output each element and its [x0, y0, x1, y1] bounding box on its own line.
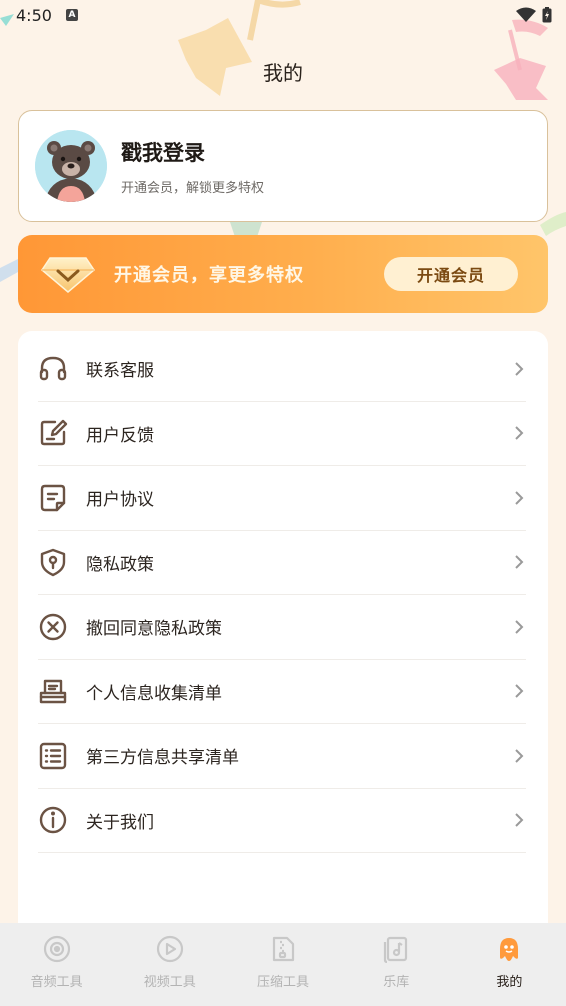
tab-label: 乐库 [383, 975, 410, 990]
menu-item-user-agreement[interactable]: 用户协议 [38, 466, 526, 531]
menu-item-third-party-sharing-list[interactable]: 第三方信息共享清单 [38, 724, 526, 789]
shield-icon [38, 547, 68, 577]
notification-icon: A [65, 9, 78, 21]
zip-file-icon [272, 936, 295, 962]
user-subtitle: 开通会员，解锁更多特权 [121, 180, 265, 196]
chevron-right-icon [515, 555, 524, 569]
menu-item-label: 联系客服 [86, 361, 154, 382]
tab-label: 视频工具 [143, 975, 196, 990]
diamond-icon [41, 257, 95, 293]
menu-item-customer-service[interactable]: 联系客服 [38, 337, 526, 402]
tab-my-profile[interactable]: 我的 [453, 923, 566, 1006]
edit-note-icon [38, 418, 68, 448]
user-login-card[interactable]: 戳我登录 开通会员，解锁更多特权 [18, 110, 548, 222]
tab-label: 音频工具 [30, 975, 83, 990]
chevron-right-icon [515, 813, 524, 827]
menu-item-feedback[interactable]: 用户反馈 [38, 402, 526, 466]
chevron-right-icon [515, 362, 524, 376]
tab-label: 我的 [496, 975, 523, 990]
headset-icon [38, 354, 68, 384]
menu-item-label: 撤回同意隐私政策 [86, 619, 222, 640]
menu-item-label: 用户协议 [86, 490, 154, 511]
vip-banner[interactable]: 开通会员，享更多特权 开通会员 [18, 235, 548, 313]
chevron-right-icon [515, 684, 524, 698]
menu-item-label: 第三方信息共享清单 [86, 748, 239, 769]
bottom-tab-bar: 音频工具 视频工具 压缩工具 乐库 我的 [0, 923, 566, 1006]
info-icon [38, 805, 68, 835]
vip-promo-text: 开通会员，享更多特权 [114, 265, 304, 286]
menu-item-privacy-policy[interactable]: 隐私政策 [38, 531, 526, 595]
list-icon [38, 741, 68, 771]
avatar[interactable] [35, 130, 107, 202]
inbox-icon [38, 676, 68, 706]
bear-avatar-icon [35, 130, 107, 202]
audio-disc-icon [43, 935, 70, 963]
menu-item-personal-info-list[interactable]: 个人信息收集清单 [38, 660, 526, 724]
login-prompt[interactable]: 戳我登录 [121, 137, 264, 167]
page-title: 我的 [263, 61, 303, 85]
cancel-circle-icon [38, 612, 68, 642]
menu-item-label: 用户反馈 [86, 425, 154, 446]
tab-compress-tools[interactable]: 压缩工具 [226, 923, 339, 1006]
document-icon [38, 483, 68, 513]
tab-audio-tools[interactable]: 音频工具 [0, 923, 113, 1006]
menu-item-label: 关于我们 [86, 812, 154, 833]
open-vip-button[interactable]: 开通会员 [384, 257, 518, 291]
music-library-icon [384, 936, 408, 963]
profile-ghost-icon [500, 938, 519, 961]
chevron-right-icon [515, 620, 524, 634]
menu-item-label: 隐私政策 [86, 554, 154, 575]
settings-menu: 联系客服 用户反馈 用户协议 隐私政策 撤回同意隐私政策 个人信息收集清单 第三… [18, 331, 548, 941]
play-icon [156, 935, 183, 963]
status-bar: 4:50 A [0, 0, 566, 30]
chevron-right-icon [515, 491, 524, 505]
chevron-right-icon [515, 749, 524, 763]
wifi-icon [516, 7, 536, 22]
tab-music-library[interactable]: 乐库 [340, 923, 453, 1006]
battery-icon [542, 7, 552, 23]
tab-video-tools[interactable]: 视频工具 [113, 923, 226, 1006]
chevron-right-icon [515, 426, 524, 440]
menu-item-label: 个人信息收集清单 [86, 683, 222, 704]
tab-label: 压缩工具 [257, 975, 310, 990]
menu-item-revoke-privacy-consent[interactable]: 撤回同意隐私政策 [38, 595, 526, 660]
menu-item-about-us[interactable]: 关于我们 [38, 789, 526, 853]
status-time: 4:50 [16, 5, 52, 25]
